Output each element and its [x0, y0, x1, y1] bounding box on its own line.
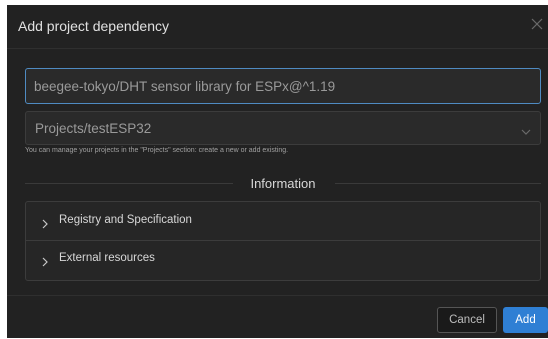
- chevron-right-icon: [41, 254, 49, 267]
- add-button[interactable]: Add: [503, 307, 548, 333]
- accordion-item-external-resources[interactable]: External resources: [26, 240, 540, 278]
- chevron-right-icon: [41, 216, 49, 229]
- accordion-item-label: Registry and Specification: [59, 214, 192, 226]
- information-accordion: Registry and Specification External reso…: [25, 201, 541, 281]
- projects-hint: You can manage your projects in the "Pro…: [25, 147, 289, 154]
- project-select-value: Projects/testESP32: [35, 121, 152, 136]
- dialog-header: Add project dependency: [7, 5, 548, 49]
- project-select[interactable]: Projects/testESP32: [25, 111, 541, 145]
- accordion-item-label: External resources: [59, 252, 155, 264]
- accordion-item-registry[interactable]: Registry and Specification: [26, 202, 540, 241]
- dependency-spec-input[interactable]: [25, 68, 541, 104]
- cancel-button[interactable]: Cancel: [437, 307, 497, 333]
- dialog-footer: Cancel Add: [7, 295, 548, 339]
- divider-line-right: [335, 183, 541, 184]
- information-divider: Information: [25, 170, 541, 198]
- add-dependency-dialog: Add project dependency Projects/testESP3…: [7, 5, 548, 338]
- close-icon[interactable]: [530, 17, 544, 31]
- chevron-down-icon: [521, 124, 531, 135]
- dialog-title: Add project dependency: [18, 18, 169, 34]
